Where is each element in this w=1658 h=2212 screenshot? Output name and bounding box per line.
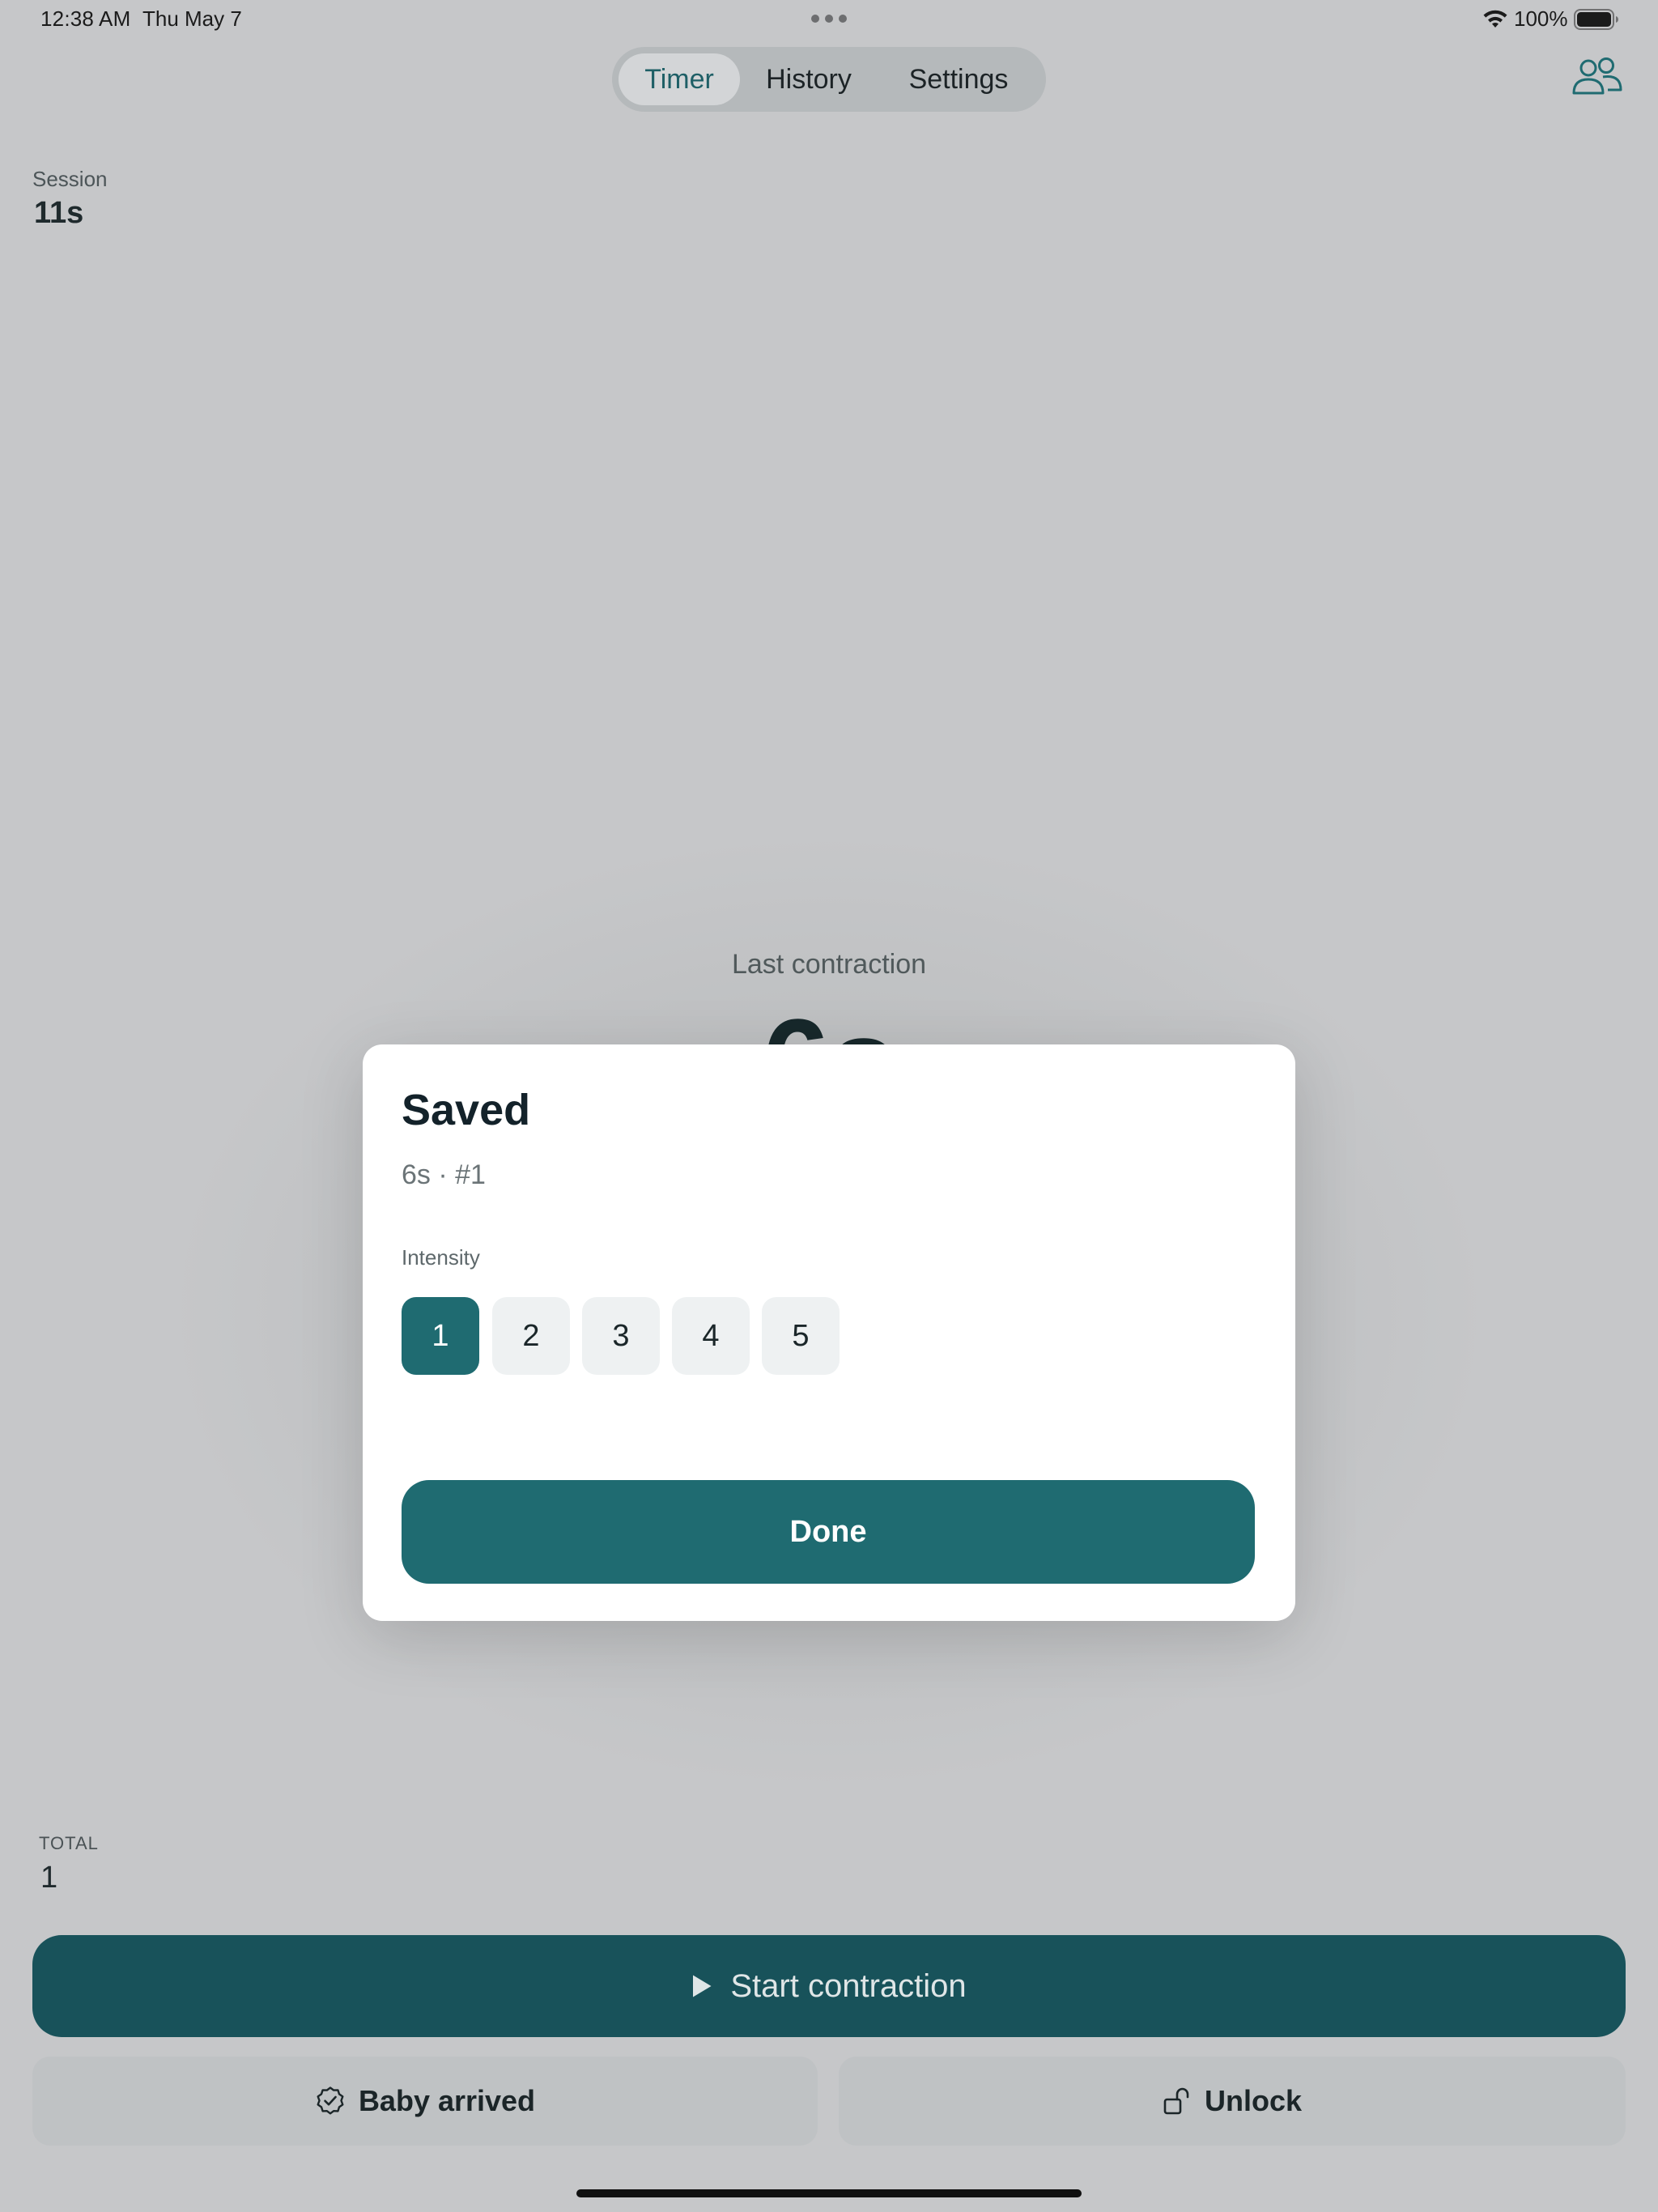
session-label: Session [32, 167, 108, 191]
dialog-title: Saved [402, 1086, 531, 1134]
intensity-option-1[interactable]: 1 [402, 1297, 479, 1375]
session-value: 11s [34, 196, 84, 230]
badge-check-icon [317, 2087, 344, 2115]
home-indicator[interactable] [576, 2189, 1082, 2197]
baby-arrived-button[interactable]: Baby arrived [32, 2057, 818, 2146]
intensity-option-3[interactable]: 3 [582, 1297, 660, 1375]
play-icon [693, 1975, 712, 1997]
done-button[interactable]: Done [402, 1480, 1255, 1584]
total-label: TOTAL [39, 1833, 99, 1853]
tab-history[interactable]: History [748, 53, 869, 105]
status-time: 12:38 AM [40, 6, 131, 31]
unlock-button[interactable]: Unlock [839, 2057, 1626, 2146]
tab-settings[interactable]: Settings [879, 53, 1038, 105]
start-contraction-label: Start contraction [730, 1967, 967, 2004]
status-date: Thu May 7 [142, 6, 242, 31]
top-tab-bar: Timer History Settings [612, 47, 1046, 112]
last-contraction-label: Last contraction [731, 949, 927, 980]
dialog-subtitle: 6s · #1 [402, 1159, 486, 1190]
unlock-icon [1163, 2087, 1189, 2115]
intensity-option-5[interactable]: 5 [762, 1297, 840, 1375]
tab-timer[interactable]: Timer [619, 53, 740, 105]
last-contraction-value-container: 6s [729, 1001, 931, 1044]
last-contraction-value: 6s [729, 1001, 931, 1044]
wifi-icon [1483, 10, 1507, 28]
people-icon[interactable] [1571, 57, 1624, 97]
status-bar: 12:38 AM Thu May 7 100% [0, 0, 1658, 39]
intensity-option-4[interactable]: 4 [672, 1297, 750, 1375]
multitasking-dots-icon[interactable] [811, 15, 847, 23]
baby-arrived-label: Baby arrived [358, 2084, 536, 2117]
intensity-label: Intensity [402, 1245, 480, 1270]
start-contraction-button[interactable]: Start contraction [32, 1935, 1626, 2037]
intensity-option-2[interactable]: 2 [492, 1297, 570, 1375]
unlock-label: Unlock [1204, 2084, 1303, 2117]
saved-dialog: Saved 6s · #1 Intensity 1 2 3 4 5 Done [363, 1044, 1295, 1621]
battery-icon [1574, 9, 1618, 30]
total-value: 1 [40, 1861, 58, 1895]
battery-percentage: 100% [1514, 6, 1568, 31]
